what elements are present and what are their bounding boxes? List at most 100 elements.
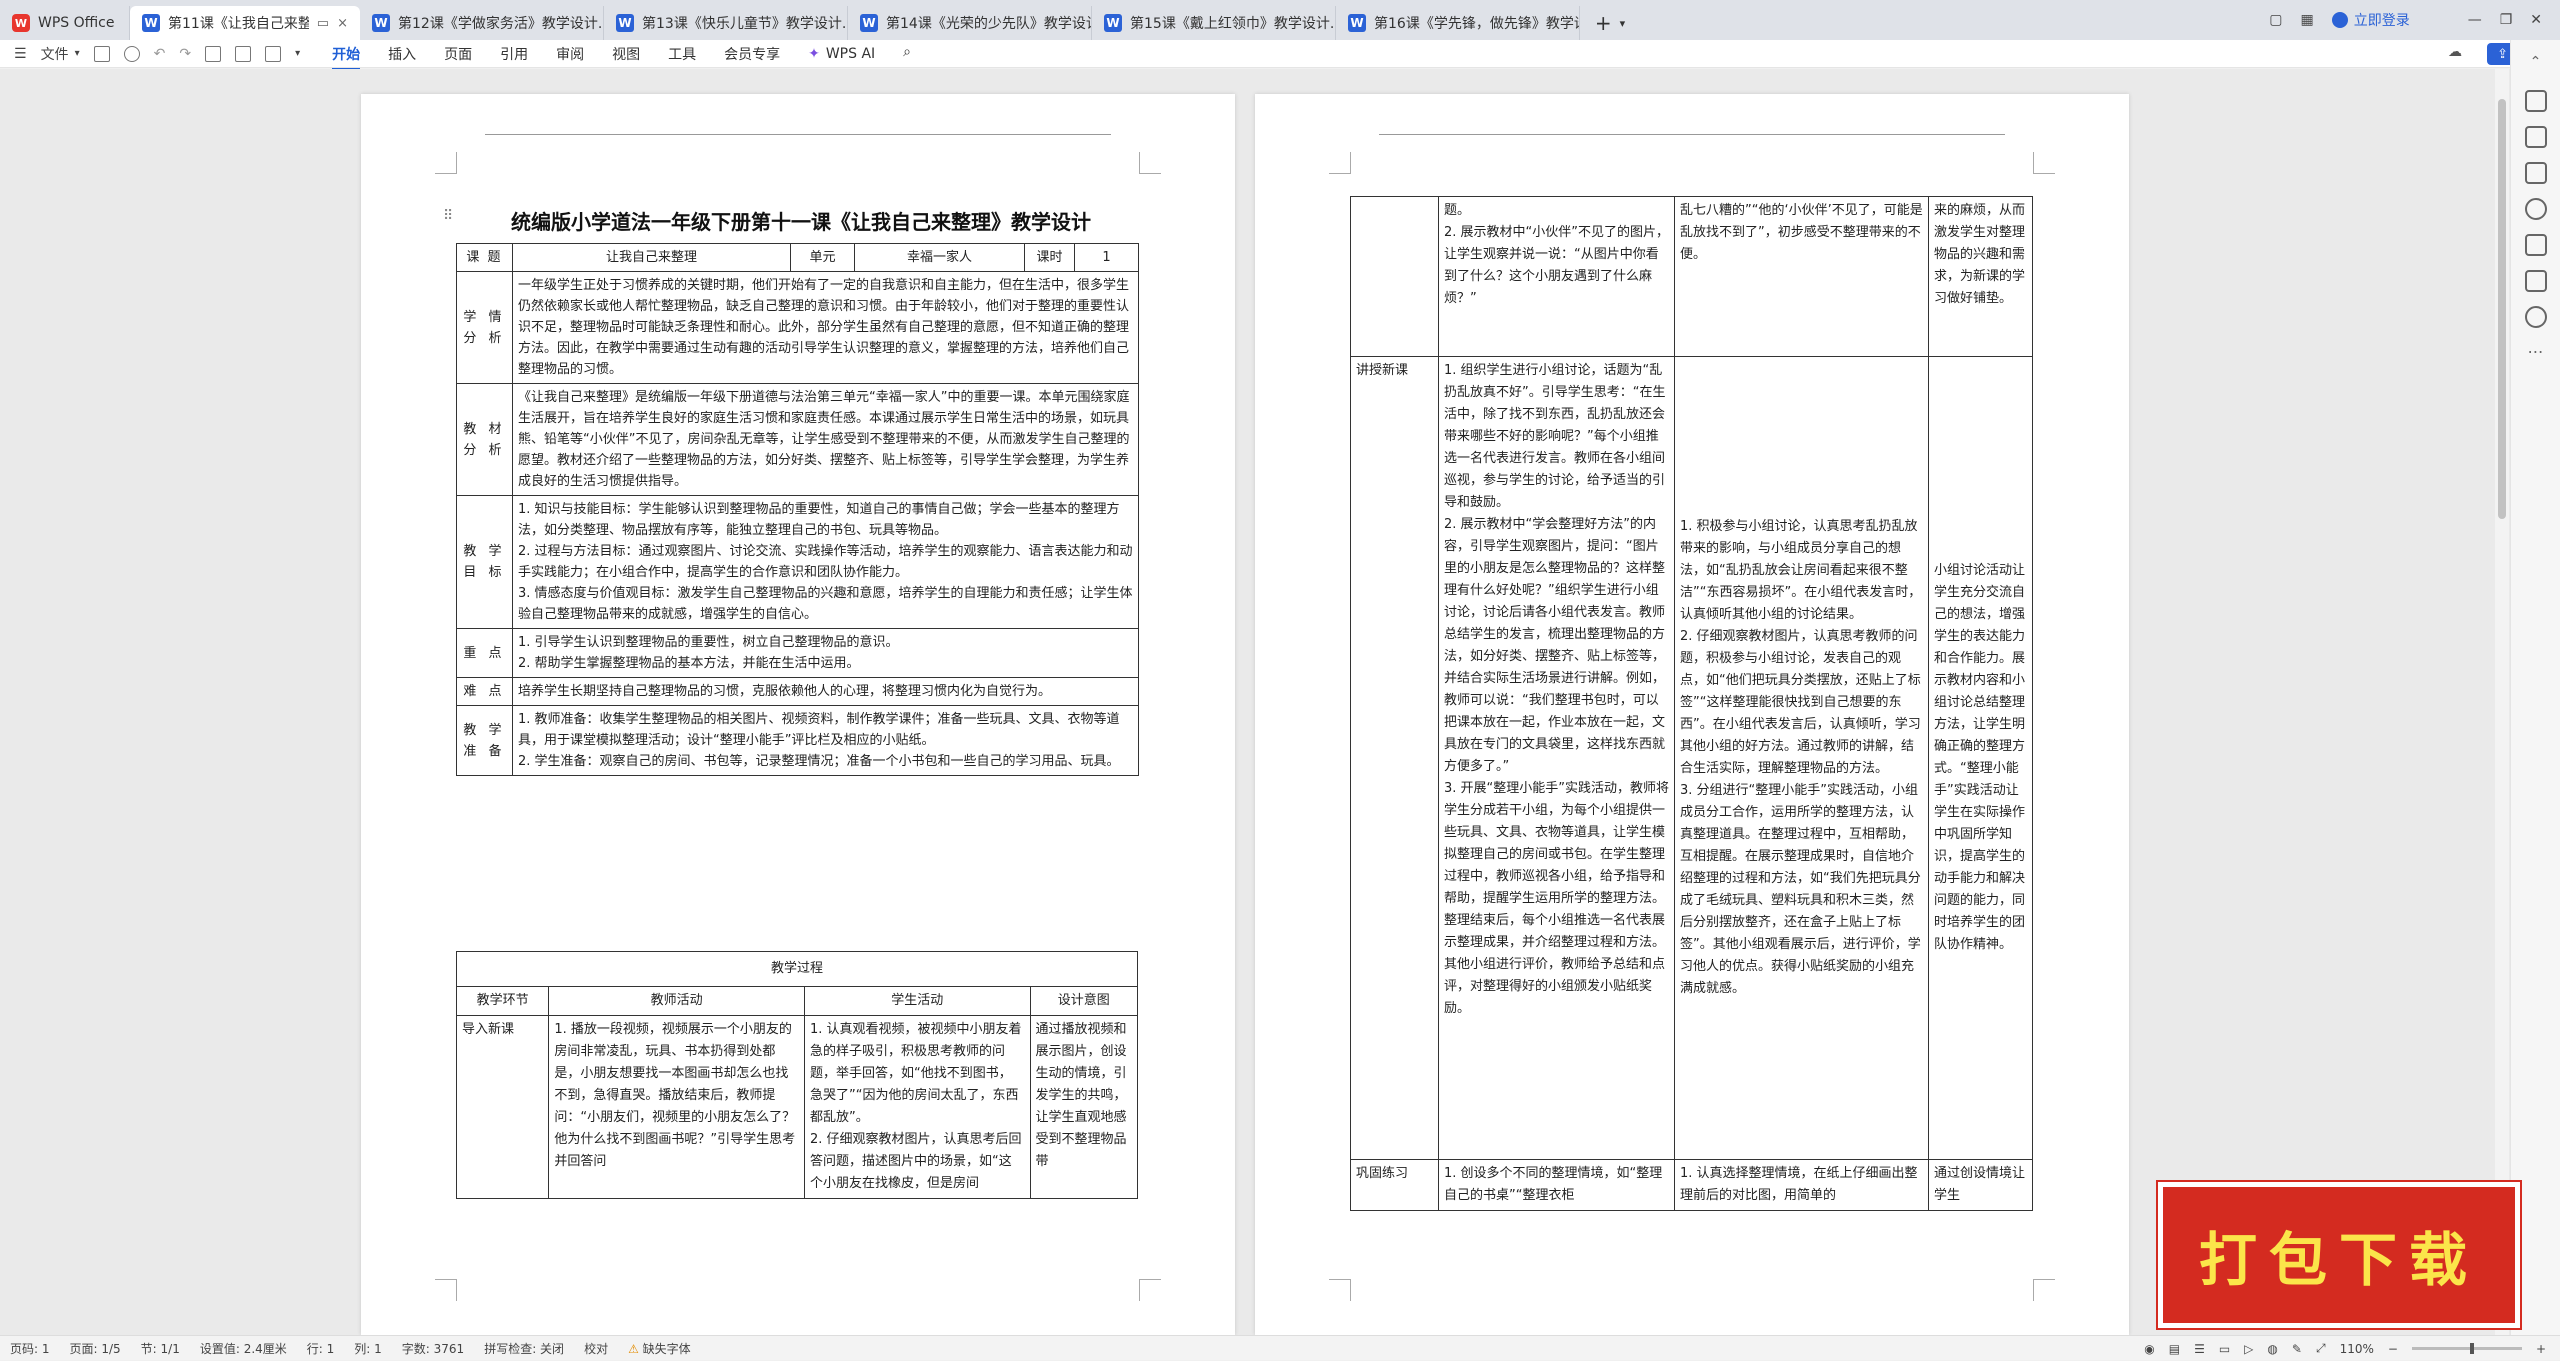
tab-label: 第13课《快乐儿童节》教学设计.docx xyxy=(642,16,847,32)
status-setting[interactable]: 设置值: 2.4厘米 xyxy=(190,1340,297,1357)
status-missing-font[interactable]: ⚠ 缺失字体 xyxy=(618,1340,701,1357)
new-tab-button[interactable]: + ▾ xyxy=(1580,6,1640,40)
menu-page[interactable]: 页面 xyxy=(430,44,486,64)
shield-icon[interactable] xyxy=(2524,198,2547,220)
format-painter-icon[interactable] xyxy=(123,45,140,62)
menu-home[interactable]: 开始 xyxy=(318,44,374,70)
tab-document-14[interactable]: W 第14课《光荣的少先队》教学设计.d... xyxy=(848,6,1092,40)
select-cursor-icon[interactable] xyxy=(2524,126,2547,148)
collapse-icon[interactable]: ⌃ xyxy=(2525,54,2547,76)
status-words[interactable]: 字数: 3761 xyxy=(392,1340,474,1357)
tab-wps-home[interactable]: W WPS Office xyxy=(0,6,130,40)
unit-name: 幸福一家人 xyxy=(854,243,1025,272)
tab-document-16[interactable]: W 第16课《学先锋，做先锋》教学设计... xyxy=(1336,6,1580,40)
menu-view[interactable]: 视图 xyxy=(598,44,654,64)
status-spellcheck[interactable]: 拼写检查: 关闭 xyxy=(474,1340,574,1357)
margin-corner xyxy=(1329,152,1351,174)
tools-icon[interactable] xyxy=(2524,234,2547,256)
zoom-in-icon[interactable]: + xyxy=(2536,1342,2546,1356)
vertical-scrollbar[interactable] xyxy=(2495,69,2509,1335)
section-text: 一年级学生正处于习惯养成的关键时期，他们开始有了一定的自我意识和自主能力，但在生… xyxy=(512,271,1139,384)
status-proofread[interactable]: 校对 xyxy=(574,1340,618,1357)
document-workspace[interactable]: ⠿ 统编版小学道法一年级下册第十一课《让我自己来整理》教学设计 课 题 让我自己… xyxy=(0,69,2510,1335)
login-label: 立即登录 xyxy=(2353,13,2410,29)
tab-label: 第14课《光荣的少先队》教学设计.d... xyxy=(886,16,1091,32)
status-page[interactable]: 页码: 1 xyxy=(0,1340,60,1357)
menu-tools[interactable]: 工具 xyxy=(654,44,710,64)
menu-wps-ai[interactable]: ✦ WPS AI xyxy=(794,44,889,64)
right-tool-sidebar: ⌃ ⋯ xyxy=(2510,40,2560,1335)
zoom-level[interactable]: 110% xyxy=(2340,1342,2374,1356)
outline-view-icon[interactable]: ☰ xyxy=(2194,1342,2205,1356)
tab-document-15[interactable]: W 第15课《戴上红领巾》教学设计.docx xyxy=(1092,6,1336,40)
print-icon[interactable] xyxy=(205,45,222,62)
tab-label: 第11课《让我自己来整理》教... xyxy=(168,16,309,32)
search-icon[interactable]: ⌕ xyxy=(889,44,925,64)
file-menu[interactable]: 文件 xyxy=(41,44,69,64)
menu-review[interactable]: 审阅 xyxy=(542,44,598,64)
pen-icon[interactable]: ✎ xyxy=(2292,1342,2302,1356)
pen-icon[interactable] xyxy=(2524,90,2547,112)
ribbon-tabs: 开始 插入 页面 引用 审阅 视图 工具 会员专享 ✦ WPS AI ⌕ xyxy=(318,44,925,70)
menu-insert[interactable]: 插入 xyxy=(374,44,430,64)
document-page-2[interactable]: 题。 2. 展示教材中“小伙伴”不见了的图片，让学生观察并说一说：“从图片中你看… xyxy=(1255,94,2129,1335)
tab-document-11[interactable]: W 第11课《让我自己来整理》教... ▭ × xyxy=(130,6,360,40)
help-icon[interactable] xyxy=(2524,306,2547,328)
scrollbar-thumb[interactable] xyxy=(2498,99,2506,519)
page-view-icon[interactable]: ▤ xyxy=(2169,1342,2180,1356)
status-row[interactable]: 行: 1 xyxy=(297,1340,345,1357)
table-row: 教 学 目 标 1. 知识与技能目标：学生能够认识到整理物品的重要性，知道自己的… xyxy=(456,495,1139,629)
pdf-icon[interactable] xyxy=(235,45,252,62)
stage-cell: 讲授新课 xyxy=(1350,356,1439,1160)
status-bar: 页码: 1 页面: 1/5 节: 1/1 设置值: 2.4厘米 行: 1 列: … xyxy=(0,1335,2560,1360)
save-icon[interactable] xyxy=(93,45,110,62)
restore-icon[interactable]: ❐ xyxy=(2500,12,2513,28)
lesson-info-table: 课 题 让我自己来整理 单元 幸福一家人 课时 1 学 情 分 析 一年级学生正… xyxy=(456,243,1139,776)
tab-document-13[interactable]: W 第13课《快乐儿童节》教学设计.docx xyxy=(604,6,848,40)
cloud-sync-icon[interactable]: ☁ xyxy=(2448,44,2462,60)
login-button[interactable]: 立即登录 xyxy=(2331,10,2410,30)
margin-corner xyxy=(1139,1279,1161,1301)
tab-document-12[interactable]: W 第12课《学做家务活》教学设计.docx xyxy=(360,6,604,40)
close-tab-icon[interactable]: × xyxy=(337,16,348,31)
hamburger-icon[interactable]: ☰ xyxy=(14,46,27,62)
globe-icon[interactable]: ◍ xyxy=(2267,1342,2277,1356)
web-view-icon[interactable]: ▭ xyxy=(2219,1342,2230,1356)
margin-corner xyxy=(2033,152,2055,174)
zoom-slider[interactable] xyxy=(2411,1343,2522,1354)
process-title: 教学过程 xyxy=(456,951,1138,987)
section-text: 1. 引导学生认识到整理物品的重要性，树立自己整理物品的意识。 2. 帮助学生掌… xyxy=(512,628,1139,678)
eye-icon[interactable]: ◉ xyxy=(2144,1342,2154,1356)
grid-icon[interactable]: ▦ xyxy=(2300,12,2313,28)
zoom-out-icon[interactable]: − xyxy=(2388,1342,2398,1356)
play-icon[interactable]: ▷ xyxy=(2244,1342,2253,1356)
section-text: 1. 知识与技能目标：学生能够认识到整理物品的重要性，知道自己的事情自己做；学会… xyxy=(512,495,1139,629)
undo-icon[interactable]: ↶ xyxy=(154,46,166,62)
status-pages[interactable]: 页面: 1/5 xyxy=(60,1340,131,1357)
image-icon[interactable] xyxy=(265,45,282,62)
zoom-slider-handle[interactable] xyxy=(2469,1343,2474,1354)
redo-icon[interactable]: ↷ xyxy=(179,46,191,62)
student-activity: 1. 认真选择整理情境，在纸上仔细画出整理前后的对比图，用简单的 xyxy=(1674,1159,1929,1211)
chevron-down-icon[interactable]: ▾ xyxy=(295,48,300,59)
more-icon[interactable]: ⋯ xyxy=(2525,342,2547,364)
status-section[interactable]: 节: 1/1 xyxy=(131,1340,190,1357)
fit-page-icon[interactable]: ⤢ xyxy=(2316,1341,2326,1356)
translate-icon[interactable] xyxy=(2524,270,2547,292)
download-package-badge[interactable]: 打包下载 xyxy=(2158,1182,2520,1328)
document-page-1[interactable]: ⠿ 统编版小学道法一年级下册第十一课《让我自己来整理》教学设计 课 题 让我自己… xyxy=(361,94,1235,1335)
close-window-icon[interactable]: ✕ xyxy=(2530,12,2542,28)
status-col[interactable]: 列: 1 xyxy=(344,1340,392,1357)
monitor-icon[interactable]: ▭ xyxy=(317,16,329,31)
menu-reference[interactable]: 引用 xyxy=(486,44,542,64)
header-line xyxy=(1379,134,2005,135)
word-doc-icon: W xyxy=(616,14,634,32)
table-row: 题。 2. 展示教材中“小伙伴”不见了的图片，让学生观察并说一说：“从图片中你看… xyxy=(1350,196,2033,357)
menu-member[interactable]: 会员专享 xyxy=(710,44,794,64)
window-layout-icon[interactable]: ▢ xyxy=(2269,12,2282,28)
minimize-icon[interactable]: — xyxy=(2468,12,2482,28)
section-text: 《让我自己来整理》是统编版一年级下册道德与法治第三单元“幸福一家人”中的重要一课… xyxy=(512,383,1139,496)
section-label: 教 材 分 析 xyxy=(456,383,513,496)
adjust-icon[interactable] xyxy=(2524,162,2547,184)
design-intent: 来的麻烦，从而激发学生对整理物品的兴趣和需求，为新课的学习做好铺垫。 xyxy=(1928,196,2033,357)
